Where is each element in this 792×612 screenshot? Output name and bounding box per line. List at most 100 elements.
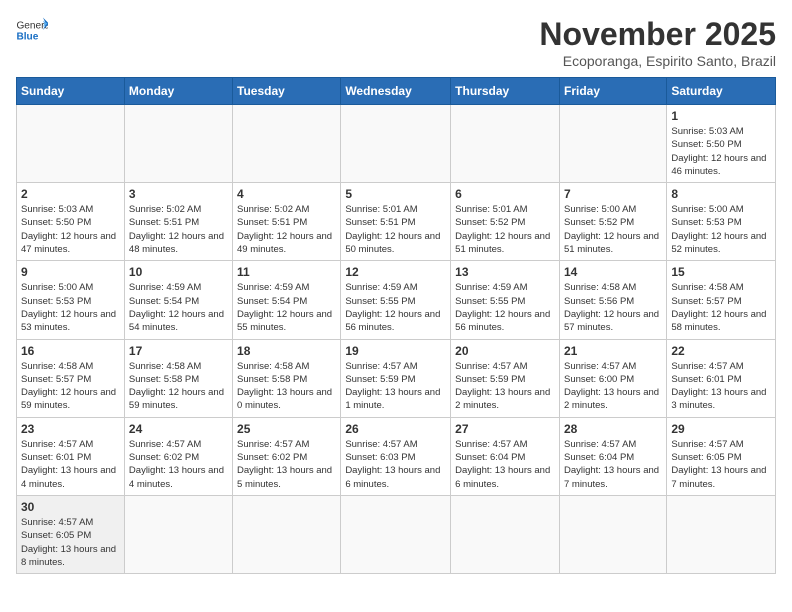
day-number: 14 [564,265,662,279]
day-number: 1 [671,109,771,123]
weekday-header: Sunday [17,78,125,105]
calendar-day-cell: 7Sunrise: 5:00 AM Sunset: 5:52 PM Daylig… [559,183,666,261]
day-info: Sunrise: 4:57 AM Sunset: 6:02 PM Dayligh… [237,438,336,491]
calendar-day-cell: 24 Sunrise: 4:57 AM Sunset: 6:02 PM Dayli… [124,417,232,495]
svg-text:Blue: Blue [16,31,38,42]
weekday-header: Monday [124,78,232,105]
location-title: Ecoporanga, Espirito Santo, Brazil [539,53,776,69]
day-info: Sunrise: 4:58 AM Sunset: 5:57 PM Dayligh… [671,281,771,334]
day-number: 17 [129,344,228,358]
calendar-day-cell: 28Sunrise: 4:57 AM Sunset: 6:04 PM Dayli… [559,417,666,495]
day-number: 7 [564,187,662,201]
month-title: November 2025 [539,16,776,53]
calendar-day-cell: 14 Sunrise: 4:58 AM Sunset: 5:56 PM Dayli… [559,261,666,339]
calendar-day-cell: 20Sunrise: 4:57 AM Sunset: 5:59 PM Dayli… [451,339,560,417]
calendar-day-cell: 10Sunrise: 4:59 AM Sunset: 5:54 PM Dayli… [124,261,232,339]
calendar-day-cell: 26 Sunrise: 4:57 AM Sunset: 6:03 PM Dayli… [341,417,451,495]
calendar-day-cell: 1 Sunrise: 5:03 AM Sunset: 5:50 PM Daylig… [667,105,776,183]
weekday-header: Friday [559,78,666,105]
calendar-day-cell: 30 Sunrise: 4:57 AM Sunset: 6:05 PM Dayli… [17,495,125,573]
day-number: 9 [21,265,120,279]
calendar-week-row: 9 Sunrise: 5:00 AM Sunset: 5:53 PM Daylig… [17,261,776,339]
day-number: 5 [345,187,446,201]
weekday-header: Tuesday [233,78,341,105]
day-info: Sunrise: 5:03 AM Sunset: 5:50 PM Dayligh… [21,203,120,256]
calendar-day-cell: 8Sunrise: 5:00 AM Sunset: 5:53 PM Daylig… [667,183,776,261]
day-info: Sunrise: 5:02 AM Sunset: 5:51 PM Dayligh… [237,203,336,256]
calendar-day-cell: 15 Sunrise: 4:58 AM Sunset: 5:57 PM Dayli… [667,261,776,339]
calendar-day-cell [559,495,666,573]
calendar-day-cell: 22 Sunrise: 4:57 AM Sunset: 6:01 PM Dayli… [667,339,776,417]
calendar-day-cell: 23Sunrise: 4:57 AM Sunset: 6:01 PM Dayli… [17,417,125,495]
day-number: 27 [455,422,555,436]
day-info: Sunrise: 5:02 AM Sunset: 5:51 PM Dayligh… [129,203,228,256]
calendar-day-cell: 12 Sunrise: 4:59 AM Sunset: 5:55 PM Dayli… [341,261,451,339]
logo-icon: General Blue [16,16,48,44]
day-number: 29 [671,422,771,436]
day-info: Sunrise: 5:03 AM Sunset: 5:50 PM Dayligh… [671,125,771,178]
calendar-day-cell: 19Sunrise: 4:57 AM Sunset: 5:59 PM Dayli… [341,339,451,417]
calendar-day-cell: 29Sunrise: 4:57 AM Sunset: 6:05 PM Dayli… [667,417,776,495]
day-number: 2 [21,187,120,201]
day-number: 4 [237,187,336,201]
calendar-day-cell: 2 Sunrise: 5:03 AM Sunset: 5:50 PM Daylig… [17,183,125,261]
day-number: 22 [671,344,771,358]
day-info: Sunrise: 4:57 AM Sunset: 6:03 PM Dayligh… [345,438,446,491]
day-info: Sunrise: 4:57 AM Sunset: 6:01 PM Dayligh… [671,360,771,413]
weekday-header: Thursday [451,78,560,105]
calendar-day-cell [233,495,341,573]
day-number: 10 [129,265,228,279]
day-info: Sunrise: 4:57 AM Sunset: 6:04 PM Dayligh… [564,438,662,491]
calendar-day-cell [341,495,451,573]
calendar-day-cell: 25Sunrise: 4:57 AM Sunset: 6:02 PM Dayli… [233,417,341,495]
day-info: Sunrise: 5:00 AM Sunset: 5:53 PM Dayligh… [21,281,120,334]
weekday-header: Saturday [667,78,776,105]
day-number: 26 [345,422,446,436]
calendar-day-cell [451,105,560,183]
calendar-day-cell [17,105,125,183]
day-info: Sunrise: 4:57 AM Sunset: 6:05 PM Dayligh… [21,516,120,569]
calendar-day-cell: 11 Sunrise: 4:59 AM Sunset: 5:54 PM Dayli… [233,261,341,339]
calendar-table: SundayMondayTuesdayWednesdayThursdayFrid… [16,77,776,574]
calendar-day-cell: 5 Sunrise: 5:01 AM Sunset: 5:51 PM Daylig… [341,183,451,261]
calendar-week-row: 30 Sunrise: 4:57 AM Sunset: 6:05 PM Dayli… [17,495,776,573]
day-number: 16 [21,344,120,358]
day-info: Sunrise: 4:59 AM Sunset: 5:55 PM Dayligh… [345,281,446,334]
day-number: 20 [455,344,555,358]
calendar-day-cell [667,495,776,573]
day-info: Sunrise: 5:01 AM Sunset: 5:51 PM Dayligh… [345,203,446,256]
day-number: 12 [345,265,446,279]
calendar-week-row: 23Sunrise: 4:57 AM Sunset: 6:01 PM Dayli… [17,417,776,495]
logo: General Blue [16,16,48,44]
calendar-day-cell [124,105,232,183]
weekday-header: Wednesday [341,78,451,105]
day-info: Sunrise: 4:57 AM Sunset: 6:04 PM Dayligh… [455,438,555,491]
weekday-header-row: SundayMondayTuesdayWednesdayThursdayFrid… [17,78,776,105]
calendar-day-cell [124,495,232,573]
day-number: 8 [671,187,771,201]
day-number: 24 [129,422,228,436]
calendar-day-cell [233,105,341,183]
day-info: Sunrise: 5:01 AM Sunset: 5:52 PM Dayligh… [455,203,555,256]
day-info: Sunrise: 4:58 AM Sunset: 5:56 PM Dayligh… [564,281,662,334]
day-info: Sunrise: 4:58 AM Sunset: 5:57 PM Dayligh… [21,360,120,413]
day-number: 19 [345,344,446,358]
day-info: Sunrise: 4:57 AM Sunset: 6:02 PM Dayligh… [129,438,228,491]
calendar-day-cell: 18Sunrise: 4:58 AM Sunset: 5:58 PM Dayli… [233,339,341,417]
day-info: Sunrise: 4:57 AM Sunset: 6:00 PM Dayligh… [564,360,662,413]
title-area: November 2025 Ecoporanga, Espirito Santo… [539,16,776,69]
day-info: Sunrise: 4:58 AM Sunset: 5:58 PM Dayligh… [129,360,228,413]
calendar-day-cell: 17 Sunrise: 4:58 AM Sunset: 5:58 PM Dayli… [124,339,232,417]
day-number: 15 [671,265,771,279]
calendar-day-cell: 27 Sunrise: 4:57 AM Sunset: 6:04 PM Dayli… [451,417,560,495]
day-number: 30 [21,500,120,514]
day-number: 23 [21,422,120,436]
calendar-day-cell: 13Sunrise: 4:59 AM Sunset: 5:55 PM Dayli… [451,261,560,339]
calendar-day-cell: 6Sunrise: 5:01 AM Sunset: 5:52 PM Daylig… [451,183,560,261]
calendar-day-cell: 3Sunrise: 5:02 AM Sunset: 5:51 PM Daylig… [124,183,232,261]
day-info: Sunrise: 4:59 AM Sunset: 5:54 PM Dayligh… [237,281,336,334]
day-number: 11 [237,265,336,279]
calendar-day-cell [451,495,560,573]
page-header: General Blue November 2025 Ecoporanga, E… [16,16,776,69]
calendar-week-row: 16 Sunrise: 4:58 AM Sunset: 5:57 PM Dayli… [17,339,776,417]
